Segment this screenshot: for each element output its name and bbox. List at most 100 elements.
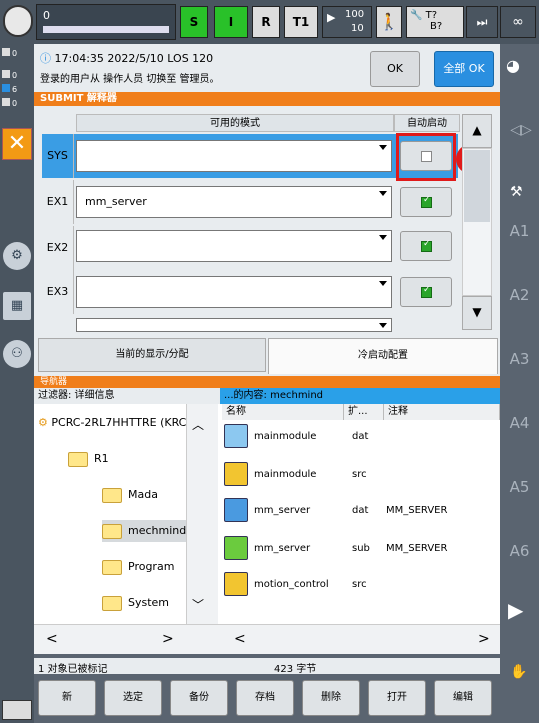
navigator-title: 导航器 [34, 376, 500, 388]
row-label-ex3[interactable]: EX3 [42, 270, 74, 314]
override-indicator[interactable]: ▶ 100 10 [322, 6, 372, 38]
close-icon[interactable]: ✕ [2, 128, 32, 160]
autostart-toggle-ex1[interactable] [400, 187, 452, 217]
tree-item-program[interactable]: Program [102, 556, 174, 578]
open-button[interactable]: 打开 [368, 680, 426, 716]
tool-base-indicator[interactable]: 🔧 T? B? [406, 6, 464, 38]
checkbox-checked-icon [421, 285, 432, 298]
tab-cold-start[interactable]: 冷启动配置 [268, 338, 498, 374]
chevron-right-icon[interactable]: > [162, 631, 174, 647]
tree-item-controller[interactable]: ⚙ PCRC-2RL7HHTTRE (KRC [38, 412, 186, 434]
message-count-ack: 0 [2, 48, 32, 58]
src-file-icon [224, 462, 248, 486]
axis-a2-key[interactable]: A2 [500, 286, 539, 304]
file-row[interactable]: mainmodule dat [222, 422, 500, 458]
file-row[interactable]: motion_control src [222, 570, 500, 606]
submit-status-indicator[interactable]: S [180, 6, 208, 38]
column-header-ext[interactable]: 扩... [344, 404, 384, 420]
mode-select-ex3[interactable] [76, 276, 392, 308]
size-status: 423 字节 [274, 664, 317, 675]
axis-a6-key[interactable]: A6 [500, 542, 539, 560]
drives-status-indicator[interactable]: I [214, 6, 248, 38]
chevron-down-icon[interactable]: ﹀ [192, 596, 204, 613]
info-icon: ⓘ [40, 52, 51, 65]
override-value: 100 [345, 9, 365, 20]
mode-select-ex1[interactable]: mm_server [76, 186, 392, 218]
run-mode-icon[interactable]: ⏭ [466, 6, 498, 38]
delete-button[interactable]: 删除 [302, 680, 360, 716]
chevron-left-icon[interactable]: < [46, 631, 58, 647]
start-forward-icon[interactable]: ▶ [508, 598, 523, 622]
mode-select-sys[interactable] [76, 140, 392, 172]
message-count-state: 6 [2, 84, 32, 94]
tree-hscrollbar[interactable]: < > [34, 624, 220, 654]
space-mouse-icon[interactable]: ◕ [506, 56, 520, 75]
hand-icon[interactable]: ✋ [510, 664, 527, 680]
jog-mode-icon[interactable]: 🚶 [376, 6, 402, 38]
selection-status: 1 对象已被标记 [38, 664, 108, 675]
operating-mode-indicator[interactable]: T1 [284, 6, 318, 38]
navigator-content-title: ...的内容: mechmind [220, 388, 500, 404]
row-label-ex1[interactable]: EX1 [42, 180, 74, 224]
archive-button[interactable]: 存档 [236, 680, 294, 716]
increment-indicator[interactable]: ∞ [500, 6, 536, 38]
chevron-right-icon[interactable]: > [478, 631, 490, 647]
tree-item-r1[interactable]: R1 [68, 448, 109, 470]
program-override-field[interactable]: 0 [36, 4, 176, 40]
folder-icon [102, 523, 122, 539]
dat-file-icon [224, 424, 248, 448]
scroll-down-button[interactable]: ▼ [462, 296, 492, 330]
tree-item-mechmind[interactable]: mechmind [102, 520, 193, 542]
new-button[interactable]: 新 [38, 680, 96, 716]
row-label-sys[interactable]: SYS [42, 134, 74, 178]
chevron-up-icon[interactable]: ︿ [192, 416, 204, 433]
file-row[interactable]: mm_server dat MM_SERVER [222, 496, 500, 532]
robot-menu-icon[interactable] [3, 5, 33, 37]
file-row[interactable]: mainmodule src [222, 460, 500, 496]
column-header-autostart: 自动启动 [394, 114, 460, 132]
autostart-toggle-ex3[interactable] [400, 277, 452, 307]
axis-a3-key[interactable]: A3 [500, 350, 539, 368]
network-icon[interactable]: ▦ [3, 292, 31, 320]
folder-icon [102, 559, 122, 575]
row-label-ex2[interactable]: EX2 [42, 226, 74, 270]
message-time: ⓘ 17:04:35 2022/5/10 LOS 120 [40, 52, 214, 65]
tab-current-display[interactable]: 当前的显示/分配 [38, 338, 266, 372]
chevron-left-icon[interactable]: < [234, 631, 246, 647]
mode-select-ex4[interactable] [76, 318, 392, 332]
tool-value: T? [425, 10, 438, 21]
navigator-filter: 过滤器: 详细信息 [34, 388, 220, 404]
ok-button[interactable]: OK [370, 51, 420, 87]
highlight-box [396, 133, 456, 181]
tree-scrollbar[interactable] [186, 404, 218, 624]
file-row[interactable]: mm_server sub MM_SERVER [222, 534, 500, 570]
tree-item-mada[interactable]: Mada [102, 484, 158, 506]
edit-button[interactable]: 编辑 [434, 680, 492, 716]
column-header-comment[interactable]: 注释 [384, 404, 500, 420]
backup-button[interactable]: 备份 [170, 680, 228, 716]
select-button[interactable]: 选定 [104, 680, 162, 716]
axis-a4-key[interactable]: A4 [500, 414, 539, 432]
scrollbar-thumb[interactable] [464, 150, 490, 222]
robot-axis-icon: ⚒ [510, 184, 523, 200]
tree-item-system[interactable]: System [102, 592, 169, 614]
base-value: B? [430, 21, 443, 32]
keyboard-icon[interactable] [2, 700, 32, 720]
axis-a1-key[interactable]: A1 [500, 222, 539, 240]
settings-icon[interactable]: ⚙ [3, 242, 31, 270]
files-hscrollbar[interactable]: < > [220, 624, 500, 654]
submit-window-title: SUBMIT 解释器 [34, 92, 500, 106]
column-header-name[interactable]: 名称 [222, 404, 344, 420]
robot-interpreter-indicator[interactable]: R [252, 6, 280, 38]
all-ok-button[interactable]: 全部 OK [434, 51, 494, 87]
mode-select-ex2[interactable] [76, 230, 392, 262]
column-header-mode: 可用的模式 [76, 114, 394, 132]
src-file-icon [224, 572, 248, 596]
axis-a5-key[interactable]: A5 [500, 478, 539, 496]
autostart-toggle-ex2[interactable] [400, 231, 452, 261]
user-group-icon[interactable]: ⚇ [3, 340, 31, 368]
message-count-dialog: 0 [2, 98, 32, 108]
message-text: 登录的用户从 操作人员 切换至 管理员。 [40, 74, 220, 85]
jog-keys-icon[interactable]: ◁▷ [508, 90, 534, 170]
scroll-up-button[interactable]: ▲ [462, 114, 492, 148]
